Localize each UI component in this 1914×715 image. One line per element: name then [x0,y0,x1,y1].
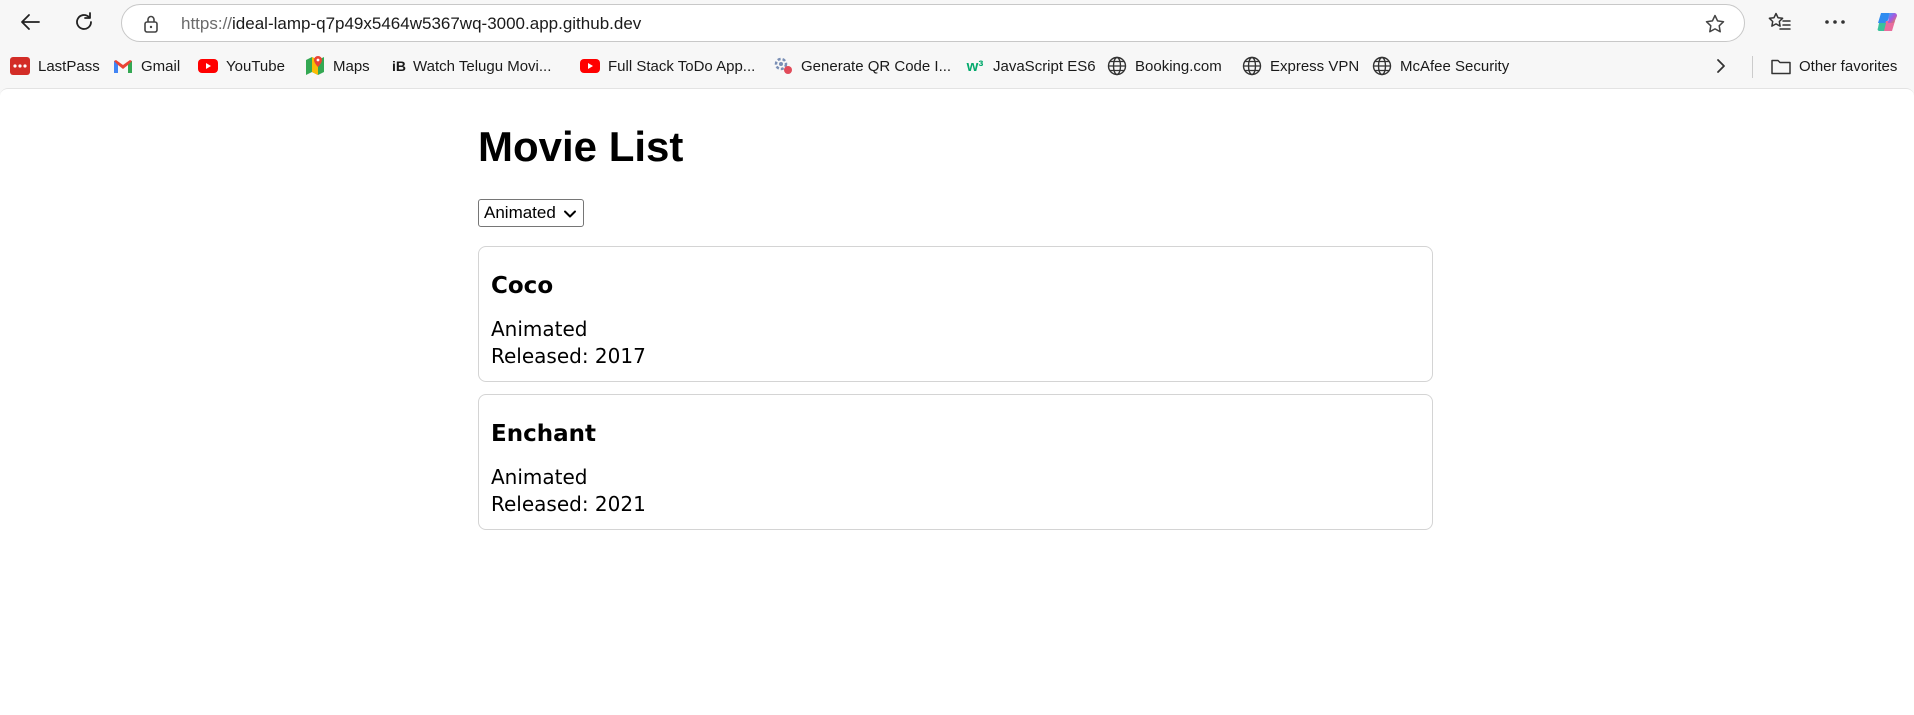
favorite-star-icon[interactable] [1704,13,1726,40]
bookmark-label: Full Stack ToDo App... [608,57,756,75]
folder-icon [1771,56,1791,76]
bookmark-mcafee[interactable]: McAfee Security [1372,54,1509,78]
w3-icon: w³ [966,57,984,75]
movie-genre: Animated [491,317,588,341]
favorites-list-icon [1768,12,1791,30]
chevron-down-icon [563,206,577,226]
bookmark-fullstack-todo[interactable]: Full Stack ToDo App... [580,54,755,78]
reload-button[interactable] [68,6,100,38]
lastpass-icon [10,56,30,76]
bookmark-label: McAfee Security [1400,57,1510,75]
back-arrow-icon [21,14,40,30]
bookmark-label: Generate QR Code I... [801,57,952,75]
favorites-button[interactable] [1764,6,1796,38]
movie-release-year: Released: 2021 [491,492,646,516]
other-favorites-folder[interactable]: Other favorites [1771,54,1897,78]
bookmark-youtube[interactable]: YouTube [198,54,285,78]
selected-genre: Animated [484,203,556,222]
page-content: Movie List Animated Coco Animated Releas… [0,88,1914,715]
movie-card: Enchant Animated Released: 2021 [478,394,1433,530]
genre-filter-select[interactable]: Animated [478,199,584,227]
other-favorites-label: Other favorites [1799,57,1898,75]
page-title: Movie List [478,123,684,170]
bookmarks-overflow-button[interactable] [1715,54,1727,78]
bookmark-watch-telugu[interactable]: iB Watch Telugu Movi... [391,54,551,78]
bookmark-booking[interactable]: Booking.com [1107,54,1222,78]
bookmark-label: Watch Telugu Movi... [413,57,552,75]
movie-genre: Animated [491,465,588,489]
youtube-icon [580,56,600,76]
bookmark-lastpass[interactable]: LastPass [10,54,100,78]
movie-card: Coco Animated Released: 2017 [478,246,1433,382]
movie-release-year: Released: 2017 [491,344,646,368]
address-bar[interactable]: https://ideal-lamp-q7p49x5464w5367wq-300… [121,4,1745,42]
bookmark-maps[interactable]: Maps [305,54,370,78]
ib-icon: iB [392,58,406,74]
url-text[interactable]: https://ideal-lamp-q7p49x5464w5367wq-300… [181,14,641,34]
url-host: ideal-lamp-q7p49x5464w5367wq-3000.app.gi… [232,14,642,33]
lock-icon[interactable] [142,14,160,39]
bookmark-label: JavaScript ES6 [993,57,1096,75]
bookmarks-bar: LastPass Gmail YouTube Maps iB Watch Tel… [0,44,1914,88]
bookmark-generate-qr[interactable]: Generate QR Code I... [773,54,951,78]
globe-icon [1372,56,1392,76]
back-button[interactable] [14,6,46,38]
bookmarks-divider [1752,56,1753,78]
bookmark-label: Gmail [141,57,181,75]
bookmark-label: Maps [333,57,370,75]
ellipsis-icon [1825,20,1845,24]
bookmark-express-vpn[interactable]: Express VPN [1242,54,1359,78]
bookmark-label: Booking.com [1135,57,1222,75]
bookmark-gmail[interactable]: Gmail [113,54,180,78]
copilot-icon [1877,13,1897,31]
copilot-button[interactable] [1872,6,1904,38]
bookmark-label: YouTube [226,57,285,75]
bookmark-label: LastPass [38,57,100,75]
maps-icon [305,56,325,76]
globe-icon [1242,56,1262,76]
url-protocol: https:// [181,14,233,33]
qr-gear-icon [773,56,793,76]
browser-toolbar: https://ideal-lamp-q7p49x5464w5367wq-300… [0,0,1914,44]
more-menu-button[interactable] [1819,6,1851,38]
gmail-icon [113,56,133,76]
movie-title: Enchant [491,421,596,447]
reload-icon [76,12,92,30]
movie-title: Coco [491,273,554,299]
bookmark-label: Express VPN [1270,57,1360,75]
globe-icon [1107,56,1127,76]
chevron-right-icon [1717,59,1725,73]
youtube-icon [198,56,218,76]
bookmark-javascript-es6[interactable]: w³ JavaScript ES6 [965,54,1096,78]
